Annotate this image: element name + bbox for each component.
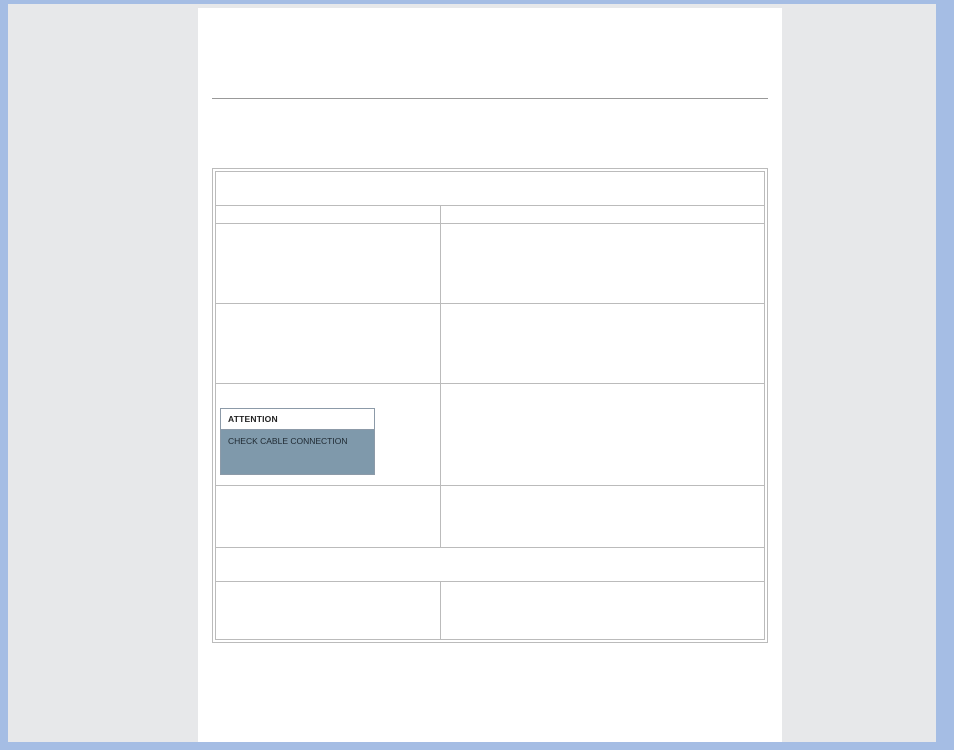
table-cell [441,304,765,384]
table-cell [216,486,441,548]
troubleshooting-table-wrap: ATTENTION CHECK CABLE CONNECTION [212,168,768,643]
page-content: ATTENTION CHECK CABLE CONNECTION [212,8,768,742]
document-background: ATTENTION CHECK CABLE CONNECTION [8,4,936,742]
osd-body: CHECK CABLE CONNECTION [221,430,374,474]
table-cell [441,486,765,548]
osd-cell: ATTENTION CHECK CABLE CONNECTION [216,384,441,486]
table-cell [216,224,441,304]
table-cell [441,224,765,304]
table-cell [216,582,441,640]
table-header-cell [441,206,765,224]
table-header-cell [216,206,441,224]
troubleshooting-table: ATTENTION CHECK CABLE CONNECTION [215,171,765,640]
table-merged-row [216,548,765,582]
table-merged-row [216,172,765,206]
table-cell [441,384,765,486]
osd-message-box: ATTENTION CHECK CABLE CONNECTION [220,408,375,475]
table-cell [441,582,765,640]
osd-title: ATTENTION [221,409,374,430]
table-cell [216,304,441,384]
document-page: ATTENTION CHECK CABLE CONNECTION [198,8,782,742]
window-frame: ATTENTION CHECK CABLE CONNECTION [0,0,954,750]
horizontal-rule [212,98,768,99]
